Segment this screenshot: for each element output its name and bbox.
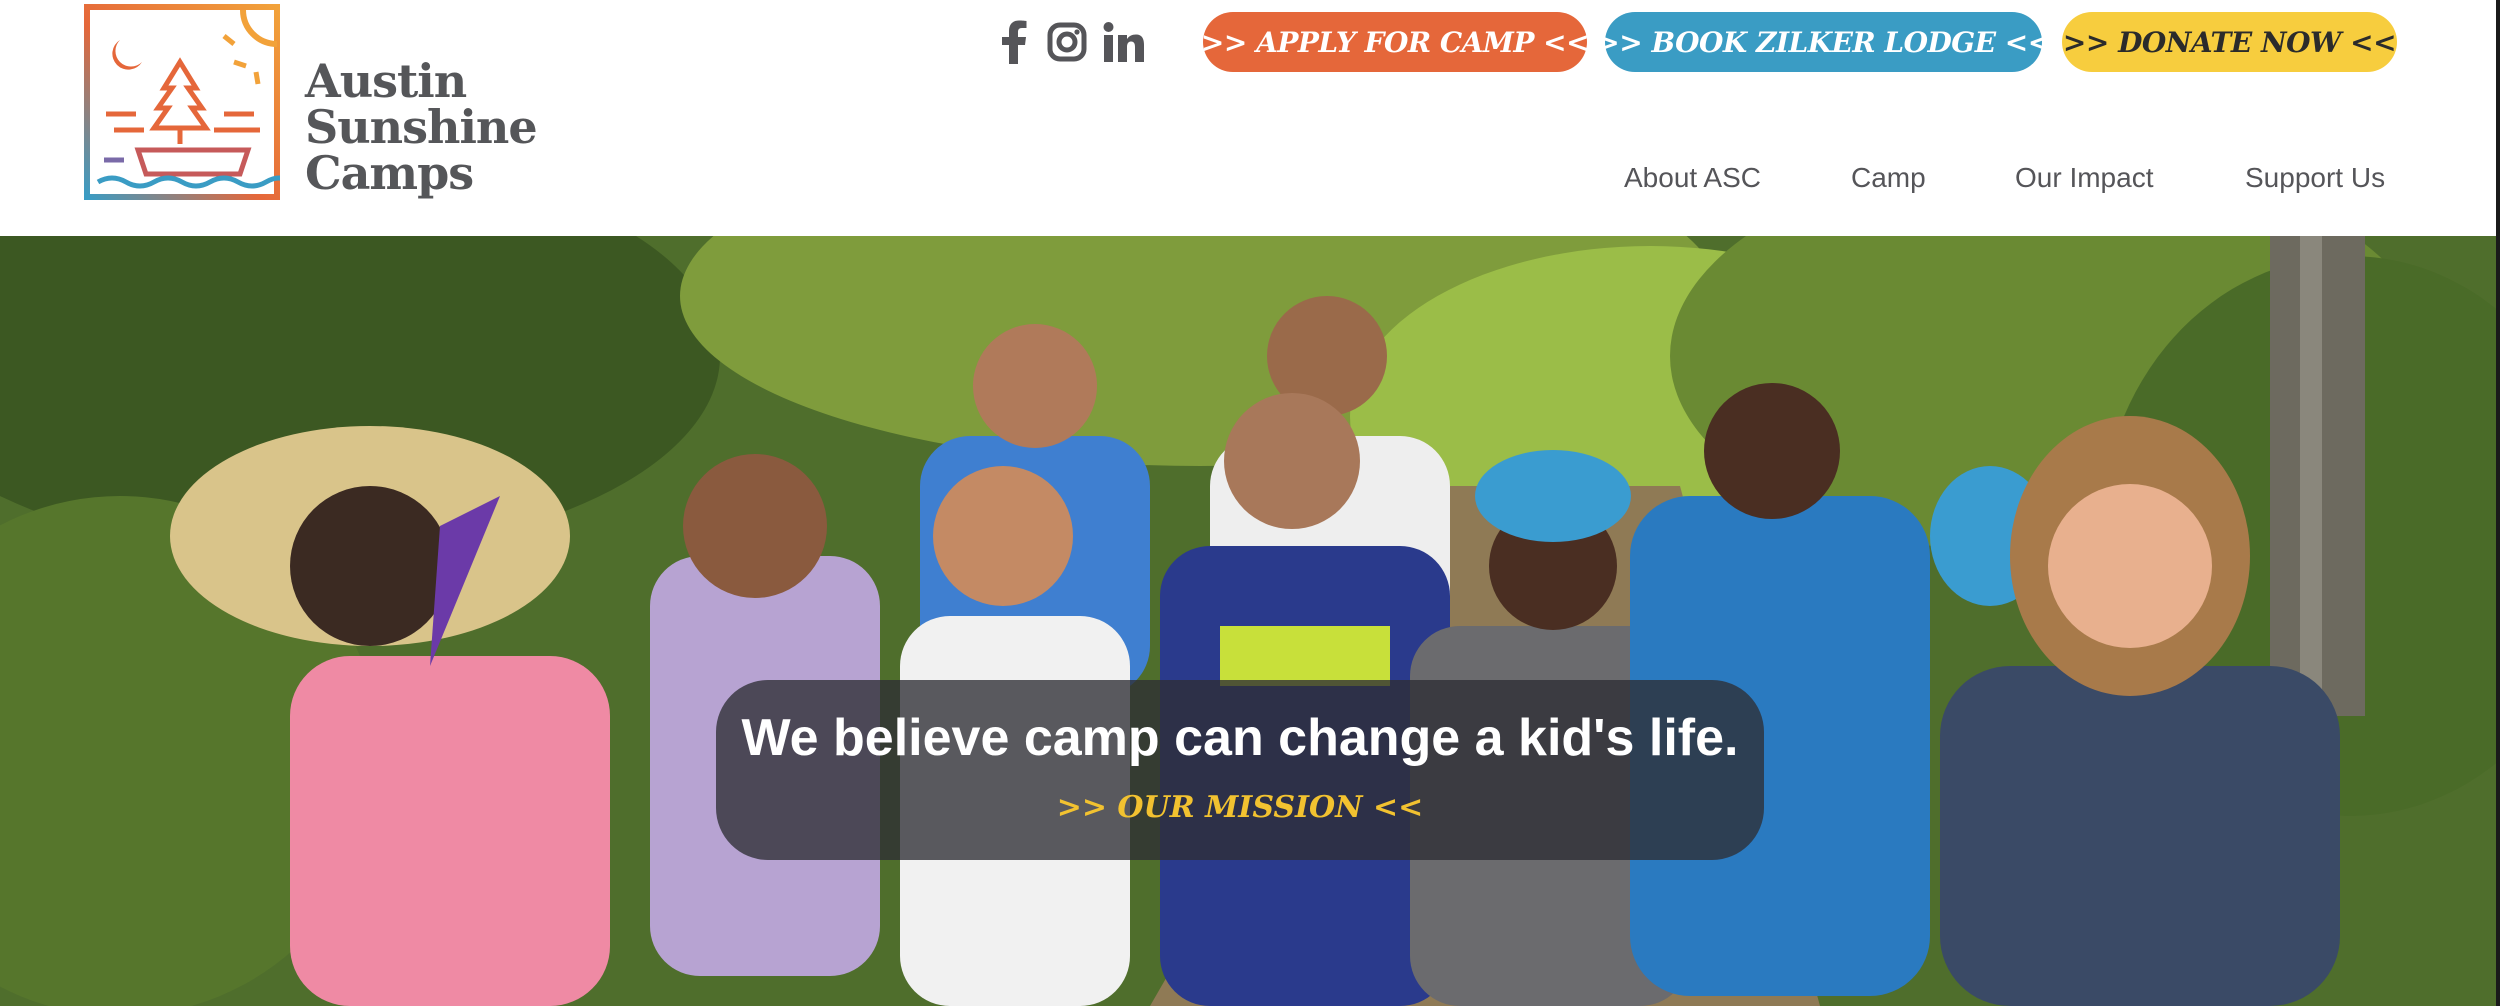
nav-item-support-us[interactable]: Support Us	[2245, 158, 2385, 198]
book-zilker-lodge-button[interactable]: >> BOOK ZILKER LODGE <<	[1596, 12, 2051, 72]
linkedin-icon[interactable]	[1103, 20, 1145, 64]
apply-for-camp-button[interactable]: >> APPLY FOR CAMP <<	[1201, 12, 1590, 72]
hero-photo	[0, 236, 2500, 1006]
instagram-icon[interactable]	[1047, 20, 1087, 64]
main-nav: About ASC Camp Our Impact Support Us	[0, 158, 2500, 198]
nav-item-about-asc[interactable]: About ASC	[1624, 158, 1761, 198]
hero-headline: We believe camp can change a kid's life.	[741, 709, 1739, 767]
our-mission-link[interactable]: >> OUR MISSION <<	[716, 788, 1764, 828]
hero-banner: We believe camp can change a kid's life.…	[0, 236, 2500, 1006]
mission-callout: We believe camp can change a kid's life.…	[716, 680, 1764, 860]
brand-name-line-2: Sunshine	[305, 100, 538, 154]
facebook-icon[interactable]	[1000, 20, 1028, 64]
nav-item-camp[interactable]: Camp	[1851, 158, 1926, 198]
site-header: Austin Sunshine Camps >> APPLY FOR CAMP …	[0, 0, 2500, 236]
donate-now-button[interactable]: >> DONATE NOW <<	[2062, 12, 2397, 72]
brand-name-line-1: Austin	[305, 54, 467, 108]
window-edge	[2496, 0, 2500, 1006]
nav-item-our-impact[interactable]: Our Impact	[2015, 158, 2153, 198]
